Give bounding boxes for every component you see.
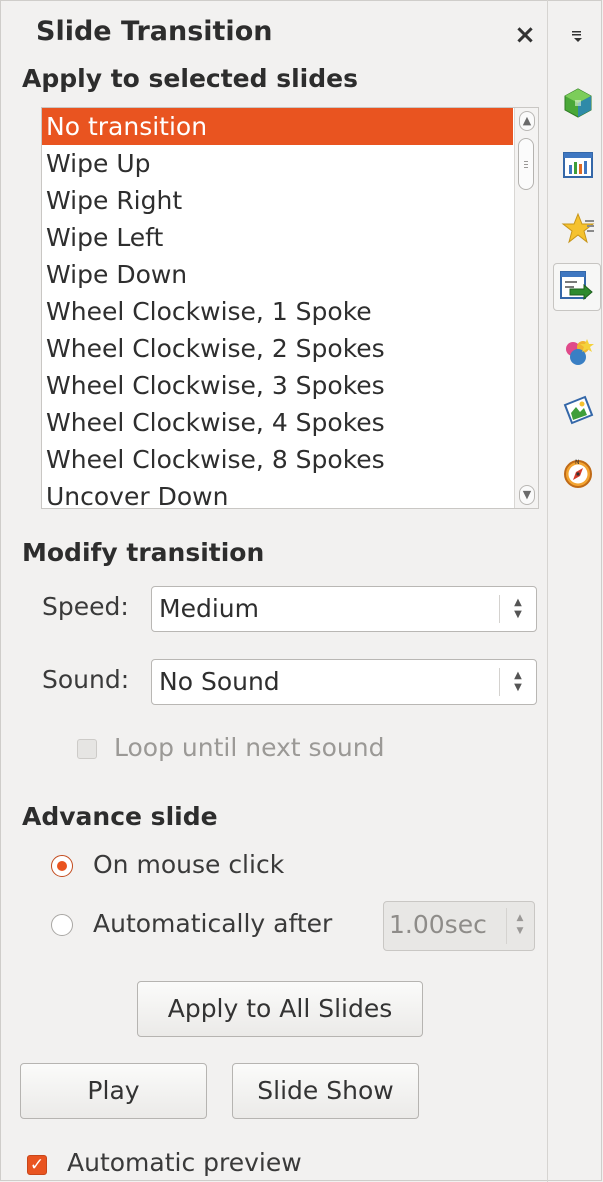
panel-title: Slide Transition (36, 16, 273, 47)
auto-time-field[interactable]: 1.00sec ▲ ▼ (383, 901, 535, 951)
transition-item[interactable]: Wheel Clockwise, 8 Spokes (42, 441, 513, 478)
transition-item[interactable]: Wheel Clockwise, 1 Spoke (42, 293, 513, 330)
spin-arrows-icon: ▲ ▼ (514, 670, 522, 693)
navigator-icon[interactable]: N (561, 456, 595, 490)
transition-list[interactable]: No transition Wipe Up Wipe Right Wipe Left W… (41, 107, 539, 509)
properties-icon[interactable] (561, 86, 595, 120)
scroll-down-icon[interactable]: ▼ (519, 485, 535, 505)
speed-select[interactable]: Medium ▲ ▼ (151, 586, 537, 632)
auto-radio[interactable] (51, 914, 73, 936)
list-scrollbar[interactable]: ▲ ▼ (514, 108, 538, 508)
speed-label: Speed: (42, 592, 129, 621)
transition-item[interactable]: Wheel Clockwise, 2 Spokes (42, 330, 513, 367)
gallery-icon[interactable] (561, 393, 595, 427)
speed-value: Medium (159, 594, 259, 623)
svg-text:N: N (575, 459, 580, 466)
transition-item[interactable]: Wipe Right (42, 182, 513, 219)
loop-label: Loop until next sound (114, 733, 385, 762)
on-click-radio[interactable] (51, 855, 73, 877)
apply-heading: Apply to selected slides (22, 64, 358, 93)
auto-label[interactable]: Automatically after (93, 909, 332, 938)
sound-select[interactable]: No Sound ▲ ▼ (151, 659, 537, 705)
transition-item[interactable]: Wipe Down (42, 256, 513, 293)
preview-checkbox[interactable]: ✓ (27, 1155, 47, 1175)
styles-icon[interactable] (561, 335, 595, 369)
deck-divider (547, 0, 548, 1182)
loop-checkbox[interactable] (77, 739, 97, 759)
on-click-label[interactable]: On mouse click (93, 850, 284, 879)
master-slides-icon[interactable] (561, 148, 595, 182)
modify-heading: Modify transition (22, 538, 265, 567)
slide-transition-icon[interactable] (553, 263, 601, 311)
advance-heading: Advance slide (22, 802, 218, 831)
slide-show-button[interactable]: Slide Show (232, 1063, 419, 1119)
sound-label: Sound: (42, 665, 130, 694)
transition-item[interactable]: Wipe Left (42, 219, 513, 256)
preview-label: Automatic preview (67, 1148, 302, 1177)
custom-animation-icon[interactable] (561, 212, 595, 246)
transition-item[interactable]: Wipe Up (42, 145, 513, 182)
scroll-up-icon[interactable]: ▲ (519, 111, 535, 131)
sound-value: No Sound (159, 667, 280, 696)
transition-item[interactable]: Uncover Down (42, 478, 513, 508)
auto-time-value: 1.00sec (389, 910, 487, 939)
transition-item[interactable]: Wheel Clockwise, 3 Spokes (42, 367, 513, 404)
sidebar-menu-icon[interactable] (570, 28, 586, 44)
close-button[interactable]: × (512, 20, 538, 50)
transition-item[interactable]: No transition (42, 108, 513, 145)
play-button[interactable]: Play (20, 1063, 207, 1119)
spin-arrows-icon[interactable]: ▲ ▼ (514, 912, 526, 938)
spin-arrows-icon: ▲ ▼ (514, 597, 522, 620)
scroll-thumb[interactable] (518, 138, 534, 190)
apply-to-all-button[interactable]: Apply to All Slides (137, 981, 423, 1037)
transition-item[interactable]: Wheel Clockwise, 4 Spokes (42, 404, 513, 441)
